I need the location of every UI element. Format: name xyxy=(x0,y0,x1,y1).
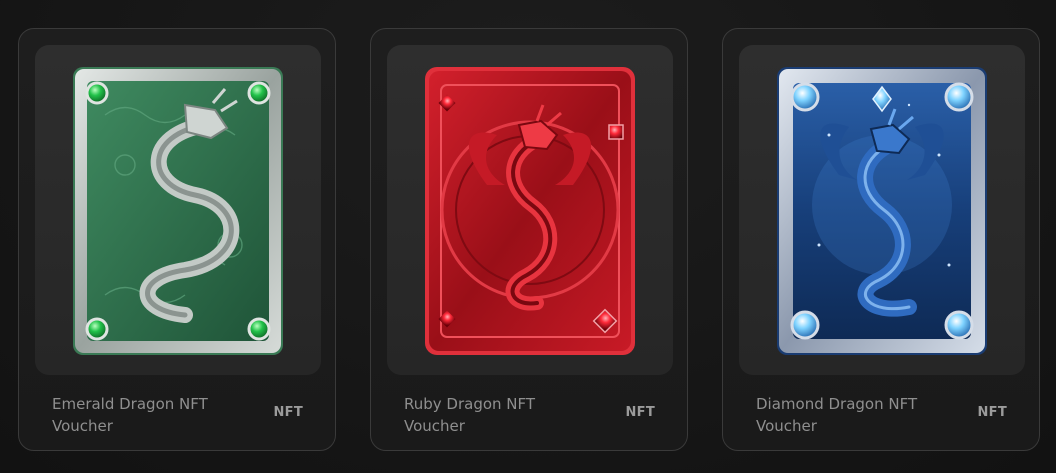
diamond-dragon-card-art xyxy=(777,67,987,355)
nft-badge: NFT xyxy=(273,405,303,420)
nft-badge: NFT xyxy=(977,405,1007,420)
card-image-frame[interactable] xyxy=(387,45,673,375)
card-image-frame[interactable] xyxy=(35,45,321,375)
nft-card-emerald[interactable]: Emerald Dragon NFT Voucher NFT xyxy=(18,28,336,451)
card-title[interactable]: Emerald Dragon NFT Voucher xyxy=(52,393,242,437)
emerald-dragon-card-art xyxy=(73,67,283,355)
card-title[interactable]: Ruby Dragon NFT Voucher xyxy=(404,393,594,437)
nft-voucher-grid: Emerald Dragon NFT Voucher NFT Ruby Drag… xyxy=(0,0,1056,473)
nft-badge: NFT xyxy=(625,405,655,420)
ruby-dragon-card-art xyxy=(425,67,635,355)
card-image-frame[interactable] xyxy=(739,45,1025,375)
nft-card-diamond[interactable]: Diamond Dragon NFT Voucher NFT xyxy=(722,28,1040,451)
card-title[interactable]: Diamond Dragon NFT Voucher xyxy=(756,393,946,437)
nft-card-ruby[interactable]: Ruby Dragon NFT Voucher NFT xyxy=(370,28,688,451)
